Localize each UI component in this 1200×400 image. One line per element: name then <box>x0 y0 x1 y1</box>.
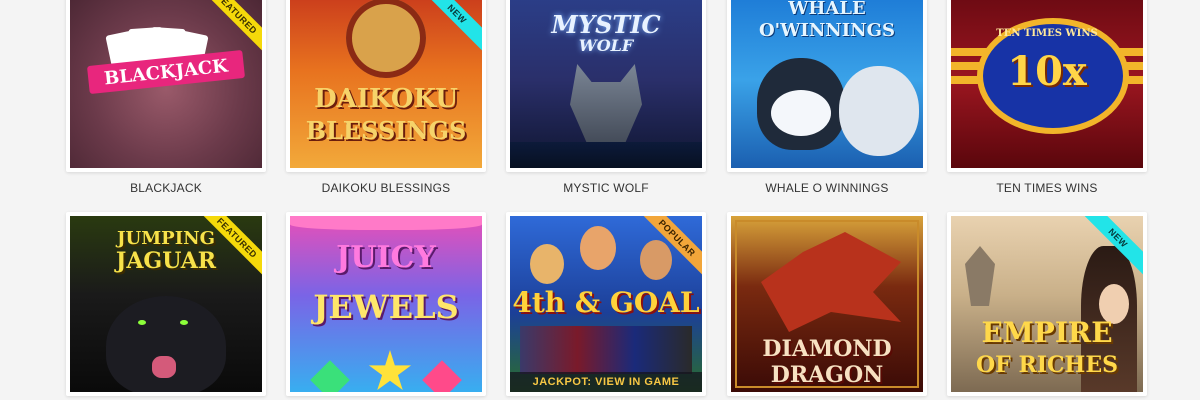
art-title: DAIKOKU <box>314 84 458 114</box>
game-art: DIAMOND DRAGON <box>731 216 923 392</box>
character-shape <box>346 0 426 78</box>
game-art: BLACKJACK <box>70 0 262 168</box>
jaguar-shape <box>106 296 226 392</box>
eye-shape <box>180 320 188 325</box>
game-art: 10x TEN TIMES WINS <box>951 0 1143 168</box>
art-title: WOLF <box>578 36 634 55</box>
whale-belly-shape <box>771 90 831 136</box>
game-card-daikoku-blessings[interactable]: DAIKOKU BLESSINGS NEW DAIKOKU BLESSINGS <box>286 0 486 195</box>
mouth-shape <box>152 356 176 378</box>
art-title: DIAMOND <box>762 336 892 362</box>
game-card-mystic-wolf[interactable]: MYSTIC WOLF MYSTIC WOLF <box>506 0 706 195</box>
game-card-juicy-jewels[interactable]: JUICY JEWELS <box>286 212 486 396</box>
game-title[interactable]: MYSTIC WOLF <box>506 181 706 195</box>
game-thumbnail[interactable]: 4th & GOAL JACKPOT: VIEW IN GAME POPULAR <box>506 212 706 396</box>
player-shape <box>530 244 564 284</box>
jackpot-banner: JACKPOT: VIEW IN GAME <box>510 372 702 392</box>
wolf-shape <box>570 64 642 154</box>
art-title: JEWELS <box>313 288 459 326</box>
art-title: EMPIRE <box>981 316 1113 349</box>
game-thumbnail[interactable]: JUICY JEWELS <box>286 212 486 396</box>
art-title: O'WINNINGS <box>759 20 895 41</box>
game-card-ten-times-wins[interactable]: 10x TEN TIMES WINS TEN TIMES WINS <box>947 0 1147 195</box>
game-thumbnail[interactable]: 10x TEN TIMES WINS <box>947 0 1147 172</box>
game-thumbnail[interactable]: DIAMOND DRAGON <box>727 212 927 396</box>
game-card-blackjack[interactable]: BLACKJACK FEATURED BLACKJACK <box>66 0 266 195</box>
gem-shape <box>310 360 350 392</box>
player-shape <box>580 226 616 270</box>
art-title: 10x <box>1007 48 1087 95</box>
game-title[interactable]: BLACKJACK <box>66 181 266 195</box>
game-thumbnail[interactable]: EMPIRE OF RICHES NEW <box>947 212 1147 396</box>
game-thumbnail[interactable]: JUMPING JAGUAR FEATURED <box>66 212 266 396</box>
team-shape <box>520 326 692 374</box>
art-title: 4th & GOAL <box>512 286 700 319</box>
game-thumbnail[interactable]: BLACKJACK FEATURED <box>66 0 266 172</box>
art-title: WHALE <box>788 0 866 19</box>
art-title: DRAGON <box>770 362 884 388</box>
gem-shape <box>422 360 462 392</box>
game-card-empire-of-riches[interactable]: EMPIRE OF RICHES NEW <box>947 212 1147 396</box>
art-title: BLESSINGS <box>305 116 467 145</box>
game-card-whale-o-winnings[interactable]: WHALE O'WINNINGS WHALE O WINNINGS <box>727 0 927 195</box>
game-thumbnail[interactable]: MYSTIC WOLF <box>506 0 706 172</box>
eye-shape <box>138 320 146 325</box>
game-grid: BLACKJACK FEATURED BLACKJACK DAIKOKU BLE… <box>0 0 1200 400</box>
star-gem-shape <box>368 350 412 391</box>
pagoda-shape <box>965 246 995 306</box>
water-shape <box>510 142 702 168</box>
game-thumbnail[interactable]: WHALE O'WINNINGS <box>727 0 927 172</box>
game-card-jumping-jaguar[interactable]: JUMPING JAGUAR FEATURED <box>66 212 266 396</box>
game-title[interactable]: TEN TIMES WINS <box>947 181 1147 195</box>
art-title: JUICY <box>336 240 436 275</box>
game-thumbnail[interactable]: DAIKOKU BLESSINGS NEW <box>286 0 486 172</box>
game-art: MYSTIC WOLF <box>510 0 702 168</box>
art-title: MYSTIC <box>551 10 661 39</box>
game-art: JUICY JEWELS <box>290 216 482 392</box>
game-card-4th-and-goal[interactable]: 4th & GOAL JACKPOT: VIEW IN GAME POPULAR <box>506 212 706 396</box>
game-art: DAIKOKU BLESSINGS <box>290 0 482 168</box>
game-art: WHALE O'WINNINGS <box>731 0 923 168</box>
art-title: JAGUAR <box>115 248 217 274</box>
art-title: OF RICHES <box>976 352 1118 378</box>
game-title[interactable]: DAIKOKU BLESSINGS <box>286 181 486 195</box>
beluga-shape <box>839 66 919 156</box>
game-card-diamond-dragon[interactable]: DIAMOND DRAGON <box>727 212 927 396</box>
player-shape <box>640 240 672 280</box>
game-title[interactable]: WHALE O WINNINGS <box>727 181 927 195</box>
art-subtitle: TEN TIMES WINS <box>996 28 1098 39</box>
drip-shape <box>290 216 482 230</box>
